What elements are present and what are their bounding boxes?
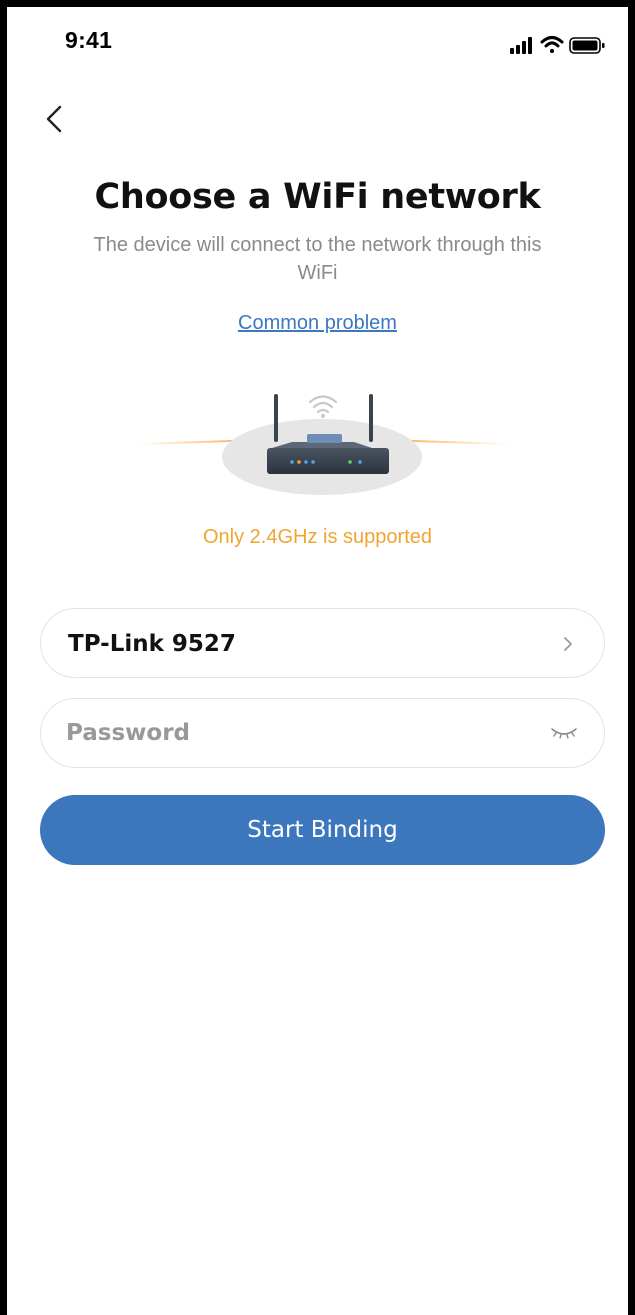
eye-closed-icon[interactable] (550, 725, 578, 741)
battery-icon (569, 37, 605, 54)
wifi-icon (540, 36, 564, 53)
frequency-note: Only 2.4GHz is supported (203, 526, 432, 548)
password-field[interactable] (40, 698, 605, 768)
signal-icon (510, 37, 532, 54)
password-input[interactable] (66, 713, 526, 753)
back-button[interactable] (37, 99, 73, 139)
chevron-right-icon (564, 637, 572, 651)
status-icons (510, 36, 605, 54)
wifi-signal-icon (308, 395, 338, 418)
chevron-left-icon (46, 105, 62, 133)
phone-screen: 9:41 Choose a WiFi network The device wi… (7, 7, 628, 1315)
status-time: 9:41 (65, 27, 113, 53)
start-binding-button[interactable]: Start Binding (40, 795, 605, 865)
page-title: Choose a WiFi network (94, 177, 541, 217)
common-problem-link[interactable]: Common problem (7, 312, 628, 335)
wifi-network-name: TP-Link 9527 (68, 631, 236, 657)
wifi-network-selector[interactable]: TP-Link 9527 (40, 608, 605, 678)
page-subtitle: The device will connect to the network t… (93, 234, 542, 284)
status-bar: 9:41 (7, 7, 628, 67)
router-illustration (136, 394, 511, 495)
